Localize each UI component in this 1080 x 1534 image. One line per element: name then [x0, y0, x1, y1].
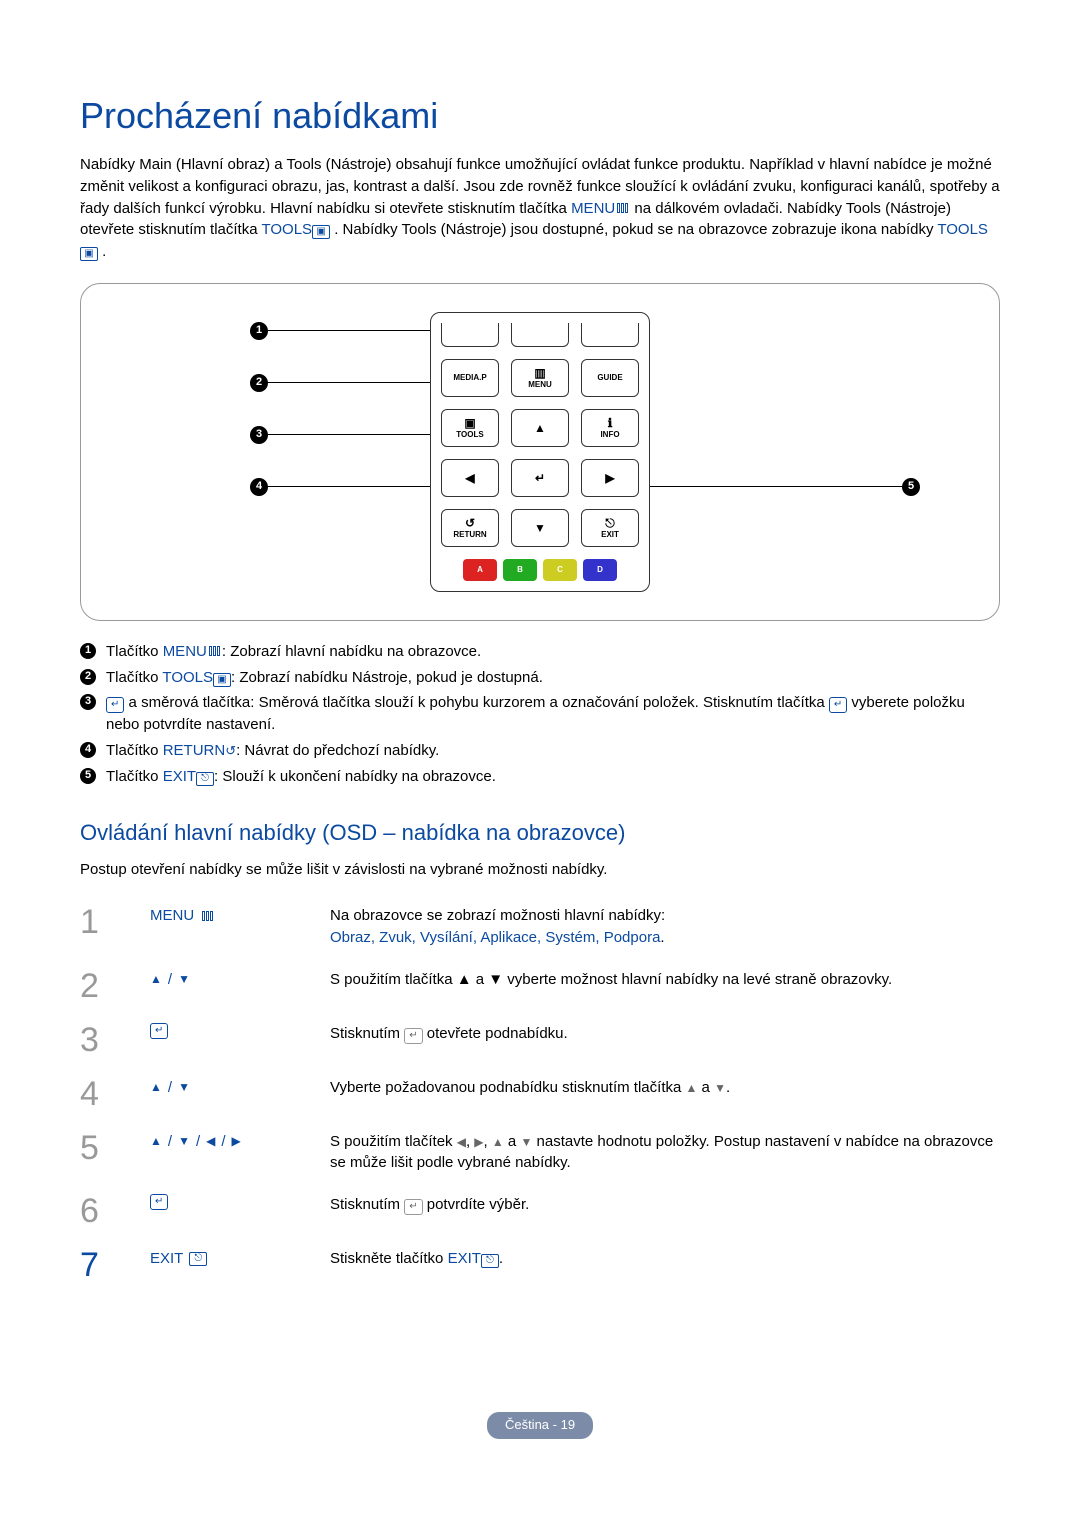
step-key: ▲ / ▼ / ◀ / ▶	[150, 1131, 310, 1153]
step-row: 6 ↵ Stisknutím ↵ potvrdíte výběr.	[80, 1184, 1000, 1238]
step-key: ↵	[150, 1023, 310, 1039]
enter-icon: ↵	[150, 1194, 168, 1210]
remote-menu-button: ▥MENU	[511, 359, 569, 397]
remote-guide-button: GUIDE	[581, 359, 639, 397]
remote-up-button: ▲	[511, 409, 569, 447]
step-row: 2 ▲ / ▼ S použitím tlačítka ▲ a ▼ vybert…	[80, 959, 1000, 1013]
up-icon: ▲	[150, 1079, 162, 1096]
tools-keyword: TOOLS	[937, 221, 988, 238]
remote-color-c: C	[543, 559, 577, 581]
page-footer: Čeština - 19	[80, 1412, 1000, 1439]
enter-icon: ↵	[106, 697, 124, 713]
remote-button	[441, 323, 499, 347]
callout-5: 5	[902, 478, 920, 496]
remote-diagram: 1 2 3 4 5 MEDIA.P ▥MENU GUIDE ▣TOOLS ▲ ℹ…	[80, 283, 1000, 621]
remote-color-a: A	[463, 559, 497, 581]
step-description: S použitím tlačítka ▲ a ▼ vyberte možnos…	[330, 969, 1000, 991]
step-description: Stisknutím ↵ otevřete podnabídku.	[330, 1023, 1000, 1045]
legend-item: 4 Tlačítko RETURN↺: Návrat do předchozí …	[80, 740, 1000, 762]
legend-item: 1 Tlačítko MENU: Zobrazí hlavní nabídku …	[80, 641, 1000, 663]
remote-body: MEDIA.P ▥MENU GUIDE ▣TOOLS ▲ ℹINFO ◀ ↵ ▶…	[430, 312, 650, 592]
enter-icon: ↵	[829, 697, 847, 713]
enter-icon: ↵	[150, 1023, 168, 1039]
enter-icon: ↵	[404, 1199, 422, 1215]
legend-item: 2 Tlačítko TOOLS▣: Zobrazí nabídku Nástr…	[80, 667, 1000, 689]
callout-2: 2	[250, 374, 268, 392]
steps-table: 1 MENU Na obrazovce se zobrazí možnosti …	[80, 895, 1000, 1292]
step-number: 6	[80, 1194, 130, 1228]
step-key: ▲ / ▼	[150, 969, 310, 991]
remote-info-button: ℹINFO	[581, 409, 639, 447]
step-description: S použitím tlačítek ◀, ▶, ▲ a ▼ nastavte…	[330, 1131, 1000, 1175]
remote-button	[511, 323, 569, 347]
step-number: 3	[80, 1023, 130, 1057]
step-key: EXIT⎋	[150, 1248, 310, 1270]
remote-left-button: ◀	[441, 459, 499, 497]
step-description: Stiskněte tlačítko EXIT⎋.	[330, 1248, 1000, 1270]
down-icon: ▼	[178, 1079, 190, 1096]
remote-mediap-button: MEDIA.P	[441, 359, 499, 397]
step-description: Vyberte požadovanou podnabídku stisknutí…	[330, 1077, 1000, 1099]
remote-color-b: B	[503, 559, 537, 581]
step-row: 7 EXIT⎋ Stiskněte tlačítko EXIT⎋.	[80, 1238, 1000, 1292]
menu-icon	[200, 911, 215, 921]
step-row: 1 MENU Na obrazovce se zobrazí možnosti …	[80, 895, 1000, 959]
section-title: Ovládání hlavní nabídky (OSD – nabídka n…	[80, 817, 1000, 849]
step-number: 5	[80, 1131, 130, 1165]
callout-1: 1	[250, 322, 268, 340]
remote-tools-button: ▣TOOLS	[441, 409, 499, 447]
tools-icon: ▣	[213, 673, 231, 687]
step-row: 4 ▲ / ▼ Vyberte požadovanou podnabídku s…	[80, 1067, 1000, 1121]
remote-return-button: ↺RETURN	[441, 509, 499, 547]
tools-keyword: TOOLS	[261, 221, 312, 238]
callout-4: 4	[250, 478, 268, 496]
step-number: 2	[80, 969, 130, 1003]
return-icon: ↺	[225, 743, 236, 758]
tools-icon: ▣	[312, 225, 330, 239]
step-key: ▲ / ▼	[150, 1077, 310, 1099]
intro-paragraph: Nabídky Main (Hlavní obraz) a Tools (Nás…	[80, 154, 1000, 263]
menu-keyword: MENU	[571, 200, 615, 217]
remote-down-button: ▼	[511, 509, 569, 547]
step-number: 4	[80, 1077, 130, 1111]
down-icon: ▼	[178, 971, 190, 988]
exit-icon: ⎋	[196, 772, 214, 786]
legend-item: 3 ↵ a směrová tlačítka: Směrová tlačítka…	[80, 692, 1000, 736]
up-icon: ▲	[150, 971, 162, 988]
exit-icon: ⎋	[481, 1254, 499, 1268]
step-key: ↵	[150, 1194, 310, 1210]
exit-icon: ⎋	[189, 1252, 207, 1266]
step-description: Stisknutím ↵ potvrdíte výběr.	[330, 1194, 1000, 1216]
remote-right-button: ▶	[581, 459, 639, 497]
step-description: Na obrazovce se zobrazí možnosti hlavní …	[330, 905, 1000, 949]
step-number: 7	[80, 1248, 130, 1282]
menu-icon	[615, 203, 630, 213]
step-row: 3 ↵ Stisknutím ↵ otevřete podnabídku.	[80, 1013, 1000, 1067]
page-title: Procházení nabídkami	[80, 90, 1000, 142]
remote-enter-button: ↵	[511, 459, 569, 497]
remote-button	[581, 323, 639, 347]
legend-item: 5 Tlačítko EXIT⎋: Slouží k ukončení nabí…	[80, 766, 1000, 788]
remote-exit-button: ⎋EXIT	[581, 509, 639, 547]
remote-color-d: D	[583, 559, 617, 581]
menu-icon	[207, 646, 222, 656]
enter-icon: ↵	[404, 1028, 422, 1044]
callout-legend: 1 Tlačítko MENU: Zobrazí hlavní nabídku …	[80, 641, 1000, 788]
callout-3: 3	[250, 426, 268, 444]
step-key: MENU	[150, 905, 310, 927]
page-number-badge: Čeština - 19	[487, 1412, 593, 1439]
section-intro: Postup otevření nabídky se může lišit v …	[80, 859, 1000, 881]
step-row: 5 ▲ / ▼ / ◀ / ▶ S použitím tlačítek ◀, ▶…	[80, 1121, 1000, 1185]
tools-icon: ▣	[80, 247, 98, 261]
step-number: 1	[80, 905, 130, 939]
